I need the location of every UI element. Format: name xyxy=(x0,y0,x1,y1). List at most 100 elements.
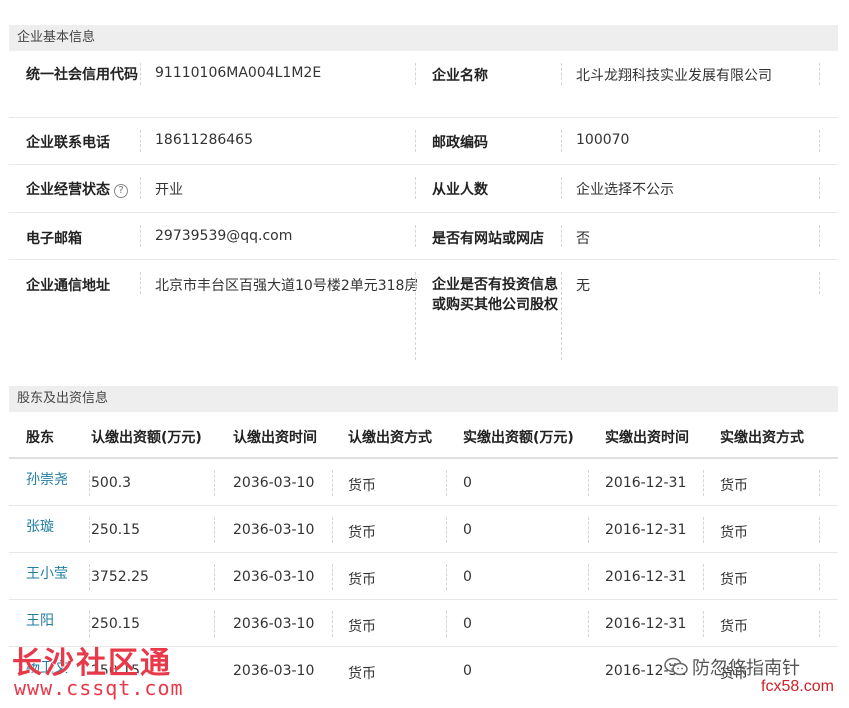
divider xyxy=(446,611,447,637)
subscribed-amount: 250.15 xyxy=(91,616,140,632)
divider xyxy=(332,517,333,543)
divider xyxy=(588,517,589,543)
header-shareholder: 股东 xyxy=(26,430,54,446)
divider xyxy=(89,470,90,496)
watermark-logo-right: 防忽悠指南针 xyxy=(664,654,800,680)
paid-date: 2016-12-31 xyxy=(605,616,687,632)
subscribed-method: 货币 xyxy=(348,572,376,588)
divider xyxy=(332,564,333,590)
divider xyxy=(89,611,90,637)
divider xyxy=(819,470,820,496)
label-address: 企业通信地址 xyxy=(26,278,110,294)
divider xyxy=(561,130,562,152)
shareholder-link[interactable]: 王小莹 xyxy=(26,563,68,583)
shareholder-link[interactable]: 孙崇尧 xyxy=(26,469,68,489)
table-row: 孙崇尧 500.3 2036-03-10 货币 0 2016-12-31 货币 xyxy=(9,459,838,506)
paid-amount: 0 xyxy=(463,569,472,585)
divider xyxy=(214,470,215,496)
section-header-basic-info: 企业基本信息 xyxy=(9,25,838,51)
value-phone: 18611286465 xyxy=(155,132,253,148)
table-header: 股东 认缴出资额(万元) 认缴出资时间 认缴出资方式 实缴出资额(万元) 实缴出… xyxy=(9,412,838,459)
divider xyxy=(415,63,416,85)
label-email: 电子邮箱 xyxy=(26,231,82,247)
label-phone: 企业联系电话 xyxy=(26,135,110,151)
header-subscribed-amount: 认缴出资额(万元) xyxy=(91,430,202,446)
paid-method: 货币 xyxy=(720,572,748,588)
divider xyxy=(446,564,447,590)
value-employees: 企业选择不公示 xyxy=(576,182,674,198)
divider xyxy=(89,517,90,543)
value-credit-code: 91110106MA004L1M2E xyxy=(155,65,322,81)
divider xyxy=(703,470,704,496)
label-credit-code: 统一社会信用代码 xyxy=(26,67,138,83)
subscribed-amount: 500.3 xyxy=(91,475,132,491)
value-address: 北京市丰台区百强大道10号楼2单元318房 xyxy=(155,278,417,294)
label-postcode: 邮政编码 xyxy=(432,135,488,151)
watermark-text-right: 防忽悠指南针 xyxy=(692,658,800,679)
info-row: 统一社会信用代码 91110106MA004L1M2E 企业名称 北斗龙翔科技实… xyxy=(9,51,838,118)
label-company-name: 企业名称 xyxy=(432,68,488,84)
divider xyxy=(819,63,820,85)
divider xyxy=(446,470,447,496)
divider xyxy=(140,63,141,85)
value-company-name: 北斗龙翔科技实业发展有限公司 xyxy=(576,68,772,84)
label-investment-line2: 或购买其他公司股权 xyxy=(432,297,558,313)
header-paid-date: 实缴出资时间 xyxy=(605,430,689,446)
watermark-url-left: www.cssqt.com xyxy=(14,676,184,700)
divider xyxy=(140,177,141,199)
divider xyxy=(703,564,704,590)
help-icon[interactable]: ? xyxy=(114,184,128,198)
divider xyxy=(415,130,416,152)
divider xyxy=(214,564,215,590)
divider xyxy=(214,517,215,543)
divider xyxy=(415,177,416,199)
label-status: 企业经营状态? xyxy=(26,179,138,199)
paid-amount: 0 xyxy=(463,663,472,679)
divider xyxy=(415,225,416,247)
info-row: 企业经营状态? 开业 从业人数 企业选择不公示 xyxy=(9,165,838,213)
label-investment-line1: 企业是否有投资信息 xyxy=(432,277,558,293)
shareholder-link[interactable]: 张璇 xyxy=(26,516,54,536)
table-row: 王小莹 3752.25 2036-03-10 货币 0 2016-12-31 货… xyxy=(9,553,838,600)
basic-info-table: 统一社会信用代码 91110106MA004L1M2E 企业名称 北斗龙翔科技实… xyxy=(9,51,838,367)
divider xyxy=(588,564,589,590)
divider xyxy=(819,225,820,247)
divider xyxy=(446,517,447,543)
divider xyxy=(588,470,589,496)
table-row: 张璇 250.15 2036-03-10 货币 0 2016-12-31 货币 xyxy=(9,506,838,553)
subscribed-amount: 3752.25 xyxy=(91,569,149,585)
divider xyxy=(819,177,820,199)
paid-date: 2016-12-31 xyxy=(605,475,687,491)
value-postcode: 100070 xyxy=(576,132,630,148)
divider xyxy=(561,177,562,199)
subscribed-date: 2036-03-10 xyxy=(233,569,315,585)
info-row: 电子邮箱 29739539@qq.com 是否有网站或网店 否 xyxy=(9,213,838,260)
shareholder-link[interactable]: 王阳 xyxy=(26,610,54,630)
subscribed-amount: 250.15 xyxy=(91,522,140,538)
divider xyxy=(140,225,141,247)
divider xyxy=(140,130,141,152)
header-subscribed-date: 认缴出资时间 xyxy=(233,430,317,446)
divider xyxy=(819,517,820,543)
subscribed-date: 2036-03-10 xyxy=(233,616,315,632)
divider xyxy=(415,272,416,360)
divider xyxy=(561,272,562,360)
paid-method: 货币 xyxy=(720,619,748,635)
header-paid-method: 实缴出资方式 xyxy=(720,430,804,446)
subscribed-date: 2036-03-10 xyxy=(233,522,315,538)
paid-date: 2016-12-31 xyxy=(605,569,687,585)
paid-method: 货币 xyxy=(720,478,748,494)
divider xyxy=(703,611,704,637)
subscribed-method: 货币 xyxy=(348,478,376,494)
divider xyxy=(588,611,589,637)
divider xyxy=(703,517,704,543)
wechat-icon xyxy=(664,657,688,677)
divider xyxy=(332,611,333,637)
value-investment: 无 xyxy=(576,278,590,294)
divider xyxy=(819,130,820,152)
info-row: 企业通信地址 北京市丰台区百强大道10号楼2单元318房 企业是否有投资信息 或… xyxy=(9,260,838,367)
section-header-shareholders: 股东及出资信息 xyxy=(9,386,838,412)
info-row: 企业联系电话 18611286465 邮政编码 100070 xyxy=(9,118,838,165)
divider xyxy=(819,611,820,637)
header-paid-amount: 实缴出资额(万元) xyxy=(463,430,574,446)
